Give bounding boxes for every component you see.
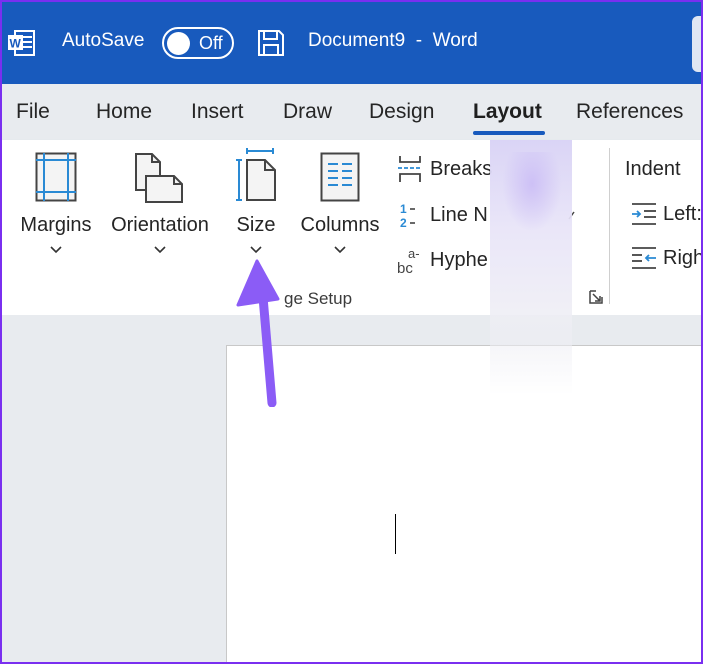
save-icon[interactable] <box>256 28 286 58</box>
title-bar: W AutoSave Off Document9 - Word <box>2 2 701 84</box>
autosave-state: Off <box>199 33 223 53</box>
dialog-launcher-icon[interactable] <box>589 290 603 304</box>
tab-references[interactable]: References <box>576 100 683 124</box>
indent-left-icon <box>632 203 656 225</box>
page-setup-group-label: ge Setup <box>284 289 353 308</box>
indent-left-control[interactable]: Left: <box>630 200 701 230</box>
tab-draw[interactable]: Draw <box>283 100 332 124</box>
document-page[interactable] <box>226 345 701 662</box>
margins-icon <box>35 152 77 202</box>
indent-left-label: Left: <box>663 203 701 225</box>
document-canvas <box>2 315 701 662</box>
ribbon-layout: Margins Orientation Size Columns Breaks … <box>2 140 701 315</box>
margins-label: Margins <box>20 214 92 236</box>
chevron-down-icon <box>50 246 62 254</box>
margins-button[interactable]: Margins <box>16 140 96 270</box>
hyphenation-icon: a- bc <box>397 246 420 275</box>
columns-label: Columns <box>300 214 380 236</box>
svg-text:2: 2 <box>400 216 407 230</box>
orientation-label: Orientation <box>111 214 209 236</box>
indent-right-icon <box>632 247 656 269</box>
indent-right-label: Righ <box>663 247 701 269</box>
chevron-down-icon <box>250 246 262 254</box>
active-tab-indicator <box>473 131 545 135</box>
search-box[interactable] <box>692 16 701 72</box>
toggle-knob <box>167 32 190 55</box>
svg-text:a-: a- <box>408 246 420 261</box>
orientation-button[interactable]: Orientation <box>106 140 214 270</box>
size-label: Size <box>236 214 276 236</box>
blur-glow <box>502 152 562 232</box>
indent-right-control[interactable]: Righ <box>630 244 701 274</box>
size-icon <box>236 148 276 201</box>
autosave-toggle[interactable]: Off <box>162 27 234 59</box>
document-title: Document9 - Word <box>308 30 478 51</box>
chevron-down-icon <box>334 246 346 254</box>
svg-text:bc: bc <box>397 260 413 275</box>
ribbon-tabs: File Home Insert Draw Design Layout Refe… <box>2 84 701 140</box>
svg-text:1: 1 <box>400 202 407 216</box>
tab-file[interactable]: File <box>16 100 50 124</box>
columns-icon <box>320 152 360 202</box>
indent-title: Indent <box>625 158 681 180</box>
tab-design[interactable]: Design <box>369 100 434 124</box>
tab-home[interactable]: Home <box>96 100 152 124</box>
word-icon: W <box>8 30 35 56</box>
tab-layout[interactable]: Layout <box>473 100 542 124</box>
group-separator <box>609 148 610 304</box>
text-cursor <box>395 514 396 554</box>
breaks-icon <box>398 156 422 182</box>
tab-insert[interactable]: Insert <box>191 100 244 124</box>
breaks-label: Breaks <box>430 158 493 180</box>
line-numbers-label: Line N <box>430 204 488 226</box>
line-numbers-icon: 1 2 <box>400 202 415 230</box>
orientation-icon <box>135 153 183 203</box>
svg-text:W: W <box>10 37 22 51</box>
autosave-label: AutoSave <box>62 30 145 51</box>
word-window: W AutoSave Off Document9 - Word File Hom… <box>2 2 701 662</box>
hyphenation-label: Hyphe <box>430 249 488 271</box>
size-button[interactable]: Size <box>230 140 282 270</box>
chevron-down-icon <box>154 246 166 254</box>
columns-button[interactable]: Columns <box>298 140 382 270</box>
